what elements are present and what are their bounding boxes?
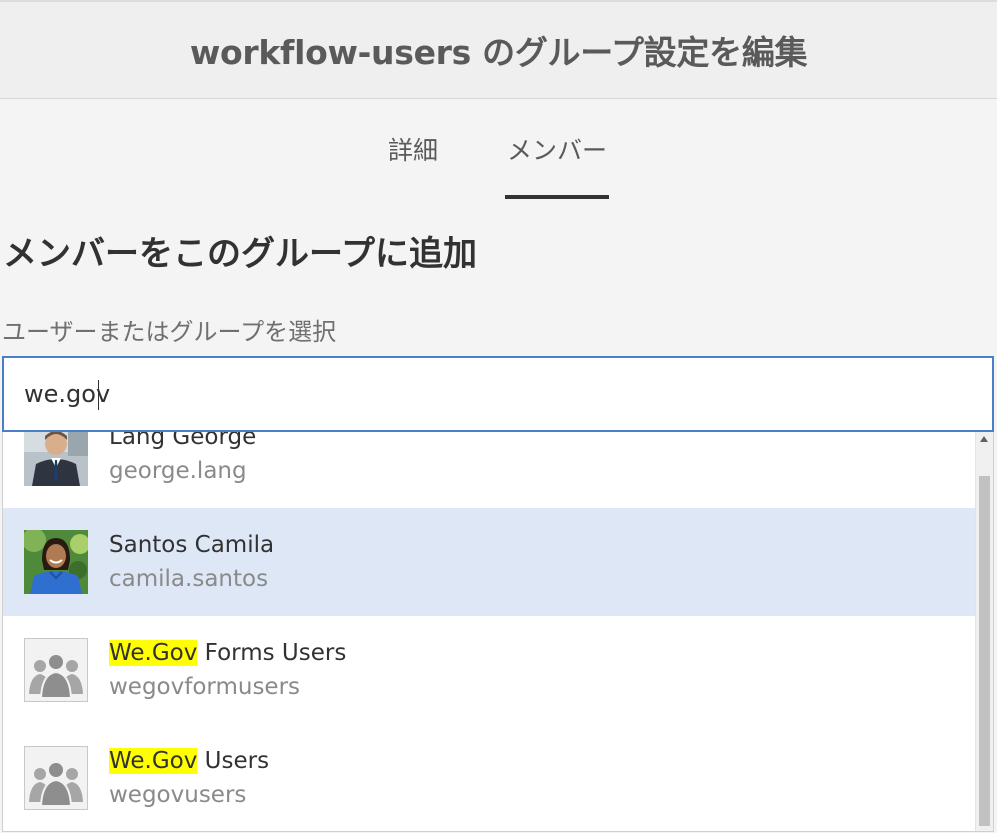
user-photo-avatar bbox=[24, 432, 88, 486]
result-name: We.Gov Forms Users bbox=[109, 640, 346, 666]
group-icon bbox=[24, 746, 88, 810]
tab-bar: 詳細 メンバー bbox=[0, 100, 997, 200]
text-caret bbox=[98, 380, 99, 410]
section-title: メンバーをこのグループに追加 bbox=[3, 234, 477, 274]
result-item-george-lang[interactable]: Lang George george.lang bbox=[3, 432, 977, 508]
name-match-highlight: We.Gov bbox=[109, 640, 198, 666]
name-rest: Santos Camila bbox=[109, 532, 275, 558]
dialog-title: workflow-users のグループ設定を編集 bbox=[189, 33, 808, 72]
tab-details[interactable]: 詳細 bbox=[376, 100, 450, 200]
name-match-highlight: We.Gov bbox=[109, 748, 198, 774]
scroll-thumb[interactable] bbox=[979, 476, 990, 826]
dialog-header: workflow-users のグループ設定を編集 bbox=[0, 0, 997, 99]
scroll-up-arrow-icon[interactable] bbox=[980, 436, 988, 442]
autocomplete-dropdown: Lang George george.lang Santos Camila ca… bbox=[2, 432, 994, 832]
name-rest: Forms Users bbox=[197, 640, 347, 666]
group-icon bbox=[24, 638, 88, 702]
result-name: We.Gov Users bbox=[109, 748, 269, 774]
result-name: Santos Camila bbox=[109, 532, 274, 558]
result-item-camila-santos[interactable]: Santos Camila camila.santos bbox=[3, 508, 977, 616]
name-rest: Lang George bbox=[109, 432, 257, 450]
member-picker-label: ユーザーまたはグループを選択 bbox=[2, 318, 337, 346]
dropdown-scrollbar[interactable] bbox=[975, 432, 993, 831]
active-tab-indicator bbox=[505, 195, 609, 199]
result-item-wegovformusers[interactable]: We.Gov Forms Users wegovformusers bbox=[3, 616, 977, 724]
result-name: Lang George bbox=[109, 432, 256, 450]
result-item-wegovusers[interactable]: We.Gov Users wegovusers bbox=[3, 724, 977, 831]
result-id: george.lang bbox=[109, 458, 247, 484]
result-id: wegovusers bbox=[109, 782, 247, 808]
user-photo-avatar bbox=[24, 530, 88, 594]
name-rest: Users bbox=[197, 748, 270, 774]
member-search-input[interactable] bbox=[2, 356, 994, 432]
result-id: camila.santos bbox=[109, 566, 269, 592]
tab-members[interactable]: メンバー bbox=[505, 100, 609, 200]
result-list: Lang George george.lang Santos Camila ca… bbox=[3, 432, 977, 831]
result-id: wegovformusers bbox=[109, 674, 301, 700]
